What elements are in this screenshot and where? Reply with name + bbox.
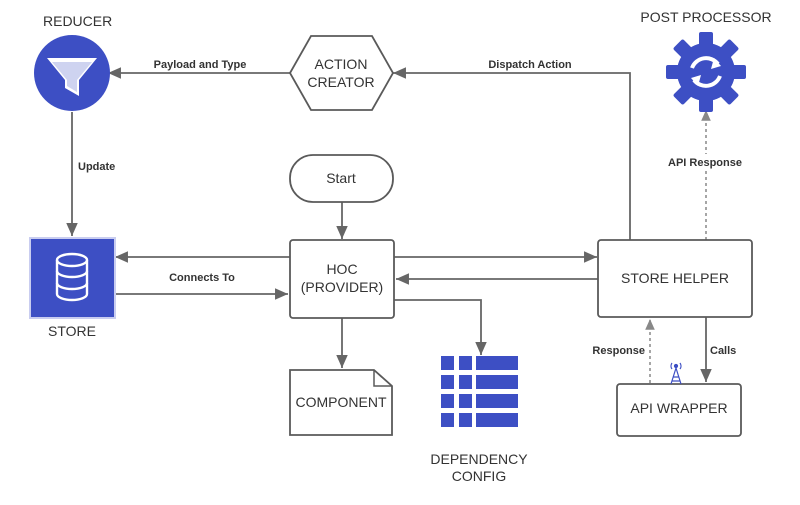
label-api-response: API Response bbox=[668, 157, 742, 169]
action-creator-node[interactable]: ACTION CREATOR bbox=[288, 35, 395, 111]
action-creator-label-2: CREATOR bbox=[307, 74, 374, 90]
dependency-config-node[interactable]: DEPENDENCY CONFIG bbox=[430, 356, 528, 484]
hoc-provider-node[interactable]: HOC (PROVIDER) bbox=[289, 239, 395, 319]
store-helper-label: STORE HELPER bbox=[621, 270, 729, 286]
dependency-config-label-2: CONFIG bbox=[452, 468, 506, 484]
edge-dispatch-action bbox=[393, 67, 631, 240]
edge-hoc-to-dependency bbox=[394, 299, 487, 355]
label-response: Response bbox=[592, 345, 645, 357]
flow-diagram: Payload and Type Dispatch Action Update … bbox=[29, 9, 772, 484]
post-processor-label: POST PROCESSOR bbox=[640, 9, 771, 25]
table-icon bbox=[441, 356, 518, 427]
component-node[interactable]: COMPONENT bbox=[289, 369, 393, 436]
filter-icon bbox=[34, 35, 110, 111]
start-label: Start bbox=[326, 170, 356, 186]
label-connects-to: Connects To bbox=[169, 272, 235, 284]
label-dispatch-action: Dispatch Action bbox=[488, 59, 572, 71]
hoc-label-1: HOC bbox=[326, 261, 357, 277]
api-wrapper-node[interactable]: API WRAPPER bbox=[616, 362, 742, 437]
api-wrapper-label: API WRAPPER bbox=[630, 400, 727, 416]
label-calls: Calls bbox=[710, 345, 736, 357]
label-payload-and-type: Payload and Type bbox=[154, 59, 247, 71]
label-update: Update bbox=[78, 161, 115, 173]
antenna-icon bbox=[670, 362, 682, 385]
store-node[interactable]: STORE bbox=[29, 237, 116, 339]
action-creator-label-1: ACTION bbox=[315, 56, 368, 72]
reducer-node[interactable]: REDUCER bbox=[34, 13, 112, 111]
hoc-label-2: (PROVIDER) bbox=[301, 279, 383, 295]
store-helper-node[interactable]: STORE HELPER bbox=[597, 239, 753, 318]
store-label: STORE bbox=[48, 323, 96, 339]
reducer-label: REDUCER bbox=[43, 13, 112, 29]
dependency-config-label-1: DEPENDENCY bbox=[430, 451, 528, 467]
post-processor-node[interactable]: POST PROCESSOR bbox=[640, 9, 772, 112]
start-node[interactable]: Start bbox=[289, 154, 394, 203]
component-label: COMPONENT bbox=[296, 394, 387, 410]
gear-refresh-icon bbox=[666, 32, 746, 112]
